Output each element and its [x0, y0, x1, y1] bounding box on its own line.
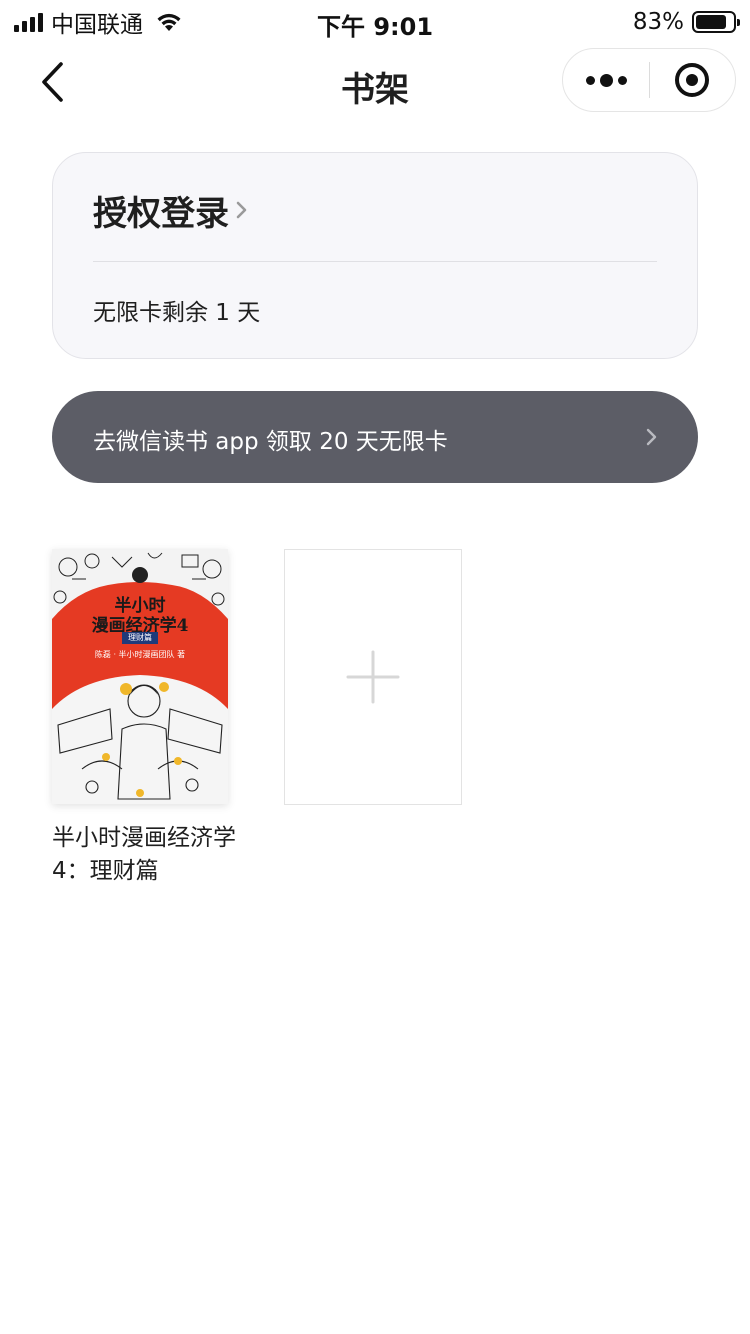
chevron-right-icon [236, 201, 247, 219]
book-cover-illustration [52, 549, 228, 804]
close-button[interactable] [650, 49, 735, 111]
add-book-button[interactable] [284, 549, 462, 805]
book-item[interactable]: 半小时 漫画经济学4 理财篇 陈磊 · 半小时漫画团队 著 半小时漫画经济学4：… [52, 549, 236, 888]
book-cover[interactable]: 半小时 漫画经济学4 理财篇 陈磊 · 半小时漫画团队 著 [52, 549, 228, 804]
more-button[interactable] [563, 49, 649, 111]
status-right: 83% [632, 8, 740, 36]
cover-tag: 理财篇 [122, 632, 158, 644]
chevron-right-icon [646, 428, 657, 446]
cover-author: 陈磊 · 半小时漫画团队 著 [94, 650, 186, 659]
battery-percent: 83% [632, 9, 684, 35]
divider [93, 261, 657, 262]
login-card: 授权登录 无限卡剩余 1 天 [52, 152, 698, 359]
plus-icon [346, 650, 400, 704]
target-circle-icon [675, 63, 710, 97]
battery-fill [696, 15, 726, 29]
login-link[interactable]: 授权登录 [93, 187, 249, 234]
mini-program-capsule [562, 48, 736, 112]
nav-bar: 书架 [0, 44, 750, 124]
more-dots-icon [585, 75, 595, 85]
battery-icon [692, 11, 740, 33]
login-title: 授权登录 [93, 193, 229, 234]
unlimited-card-remaining: 无限卡剩余 1 天 [93, 300, 261, 326]
book-title[interactable]: 半小时漫画经济学4：理财篇 [52, 822, 242, 888]
promo-banner[interactable]: 去微信读书 app 领取 20 天无限卡 [52, 391, 698, 483]
status-bar: 中国联通 下午 9:01 83% [0, 0, 750, 44]
promo-text: 去微信读书 app 领取 20 天无限卡 [93, 429, 448, 455]
